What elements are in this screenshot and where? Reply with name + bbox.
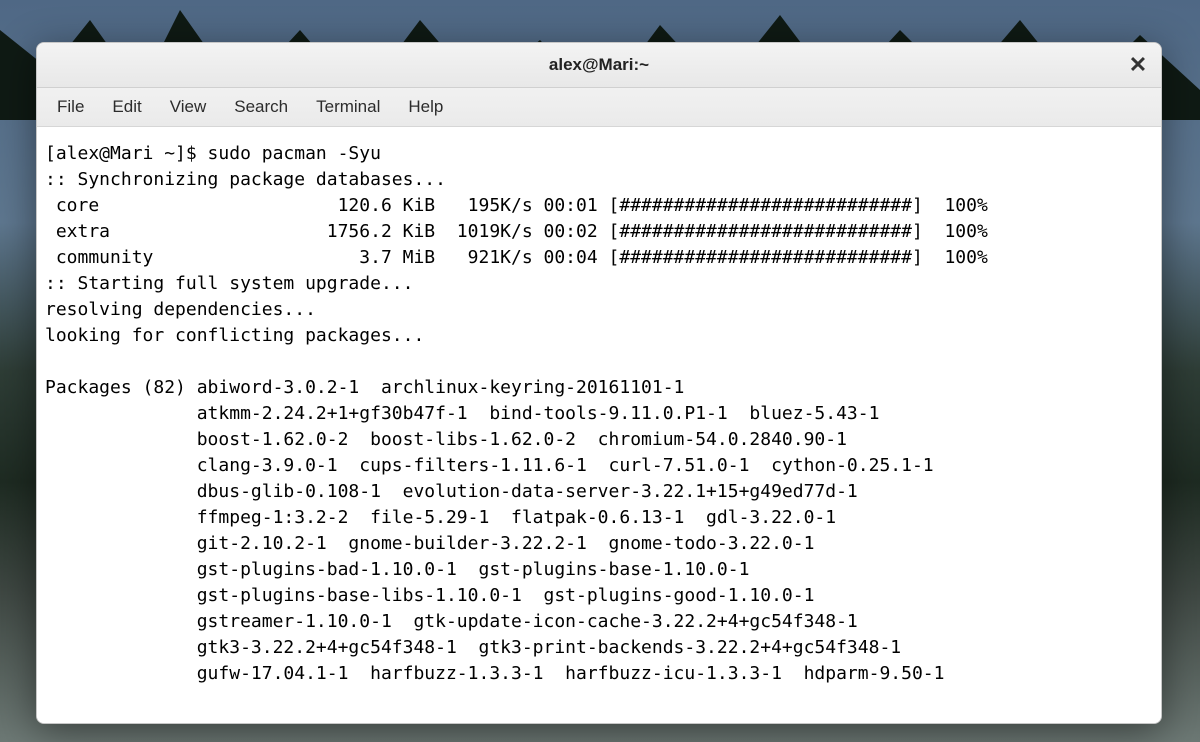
menu-terminal[interactable]: Terminal	[302, 91, 394, 123]
close-button[interactable]: ✕	[1121, 48, 1155, 82]
close-icon: ✕	[1129, 52, 1147, 77]
titlebar[interactable]: alex@Mari:~ ✕	[37, 43, 1161, 88]
terminal-window: alex@Mari:~ ✕ File Edit View Search Term…	[36, 42, 1162, 724]
menu-file[interactable]: File	[43, 91, 98, 123]
terminal-area: [alex@Mari ~]$ sudo pacman -Syu :: Synch…	[37, 127, 1161, 723]
menu-help[interactable]: Help	[394, 91, 457, 123]
menubar: File Edit View Search Terminal Help	[37, 88, 1161, 127]
menu-search[interactable]: Search	[220, 91, 302, 123]
window-title: alex@Mari:~	[549, 55, 649, 75]
menu-view[interactable]: View	[156, 91, 221, 123]
menu-edit[interactable]: Edit	[98, 91, 155, 123]
terminal-output[interactable]: [alex@Mari ~]$ sudo pacman -Syu :: Synch…	[37, 127, 1161, 723]
